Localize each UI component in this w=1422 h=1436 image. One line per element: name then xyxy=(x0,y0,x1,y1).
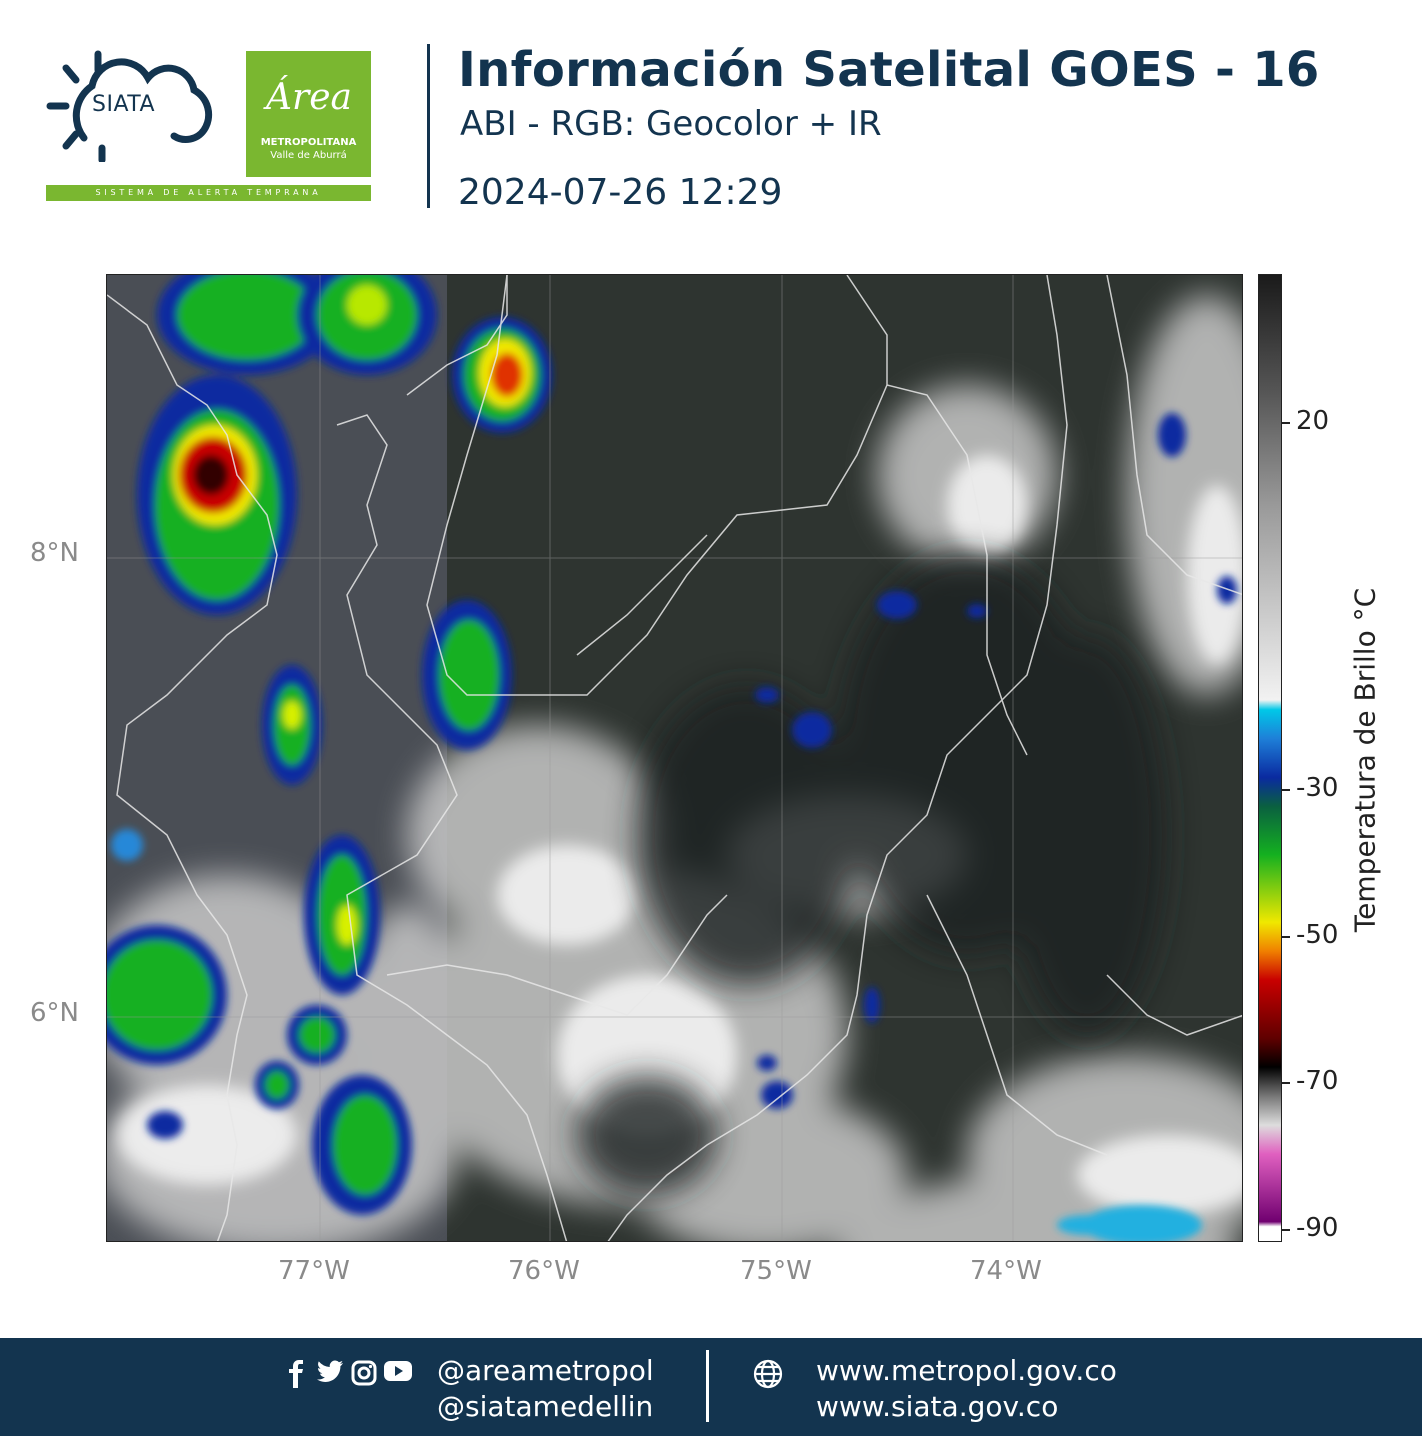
colorbar-tick xyxy=(1282,1229,1290,1231)
page-title: Información Satelital GOES - 16 xyxy=(458,42,1320,98)
globe-icon xyxy=(752,1358,784,1390)
area-metropolitana-logo: Área METROPOLITANA Valle de Aburrá xyxy=(246,51,371,177)
page-subtitle: ABI - RGB: Geocolor + IR xyxy=(460,104,882,144)
image-datetime: 2024-07-26 12:29 xyxy=(458,172,783,213)
colorbar-label-minus30: -30 xyxy=(1296,773,1339,803)
colorbar-label-minus70: -70 xyxy=(1296,1066,1339,1096)
social-icons xyxy=(282,1360,412,1388)
colorbar-tick xyxy=(1282,936,1290,938)
footer-handle-siatamedellin[interactable]: @siatamedellin xyxy=(437,1390,653,1423)
area-logo-script: Área xyxy=(266,77,352,118)
colorbar-tick xyxy=(1282,1082,1290,1084)
footer-url-metropol[interactable]: www.metropol.gov.co xyxy=(816,1354,1117,1387)
colorbar-label-minus50: -50 xyxy=(1296,920,1339,950)
footer: @areametropol @siatamedellin www.metropo… xyxy=(0,1338,1422,1436)
header-divider xyxy=(427,44,430,208)
lon-label-77w: 77°W xyxy=(278,1256,350,1286)
sat-strip: SISTEMA DE ALERTA TEMPRANA xyxy=(46,185,371,201)
satellite-image xyxy=(107,275,1242,1241)
colorbar xyxy=(1258,274,1282,1242)
lat-label-8n: 8°N xyxy=(30,538,79,568)
colorbar-title: Temperatura de Brillo °C xyxy=(1348,587,1382,933)
satellite-map[interactable] xyxy=(106,274,1243,1242)
colorbar-label-20: 20 xyxy=(1296,406,1330,436)
area-logo-line2: Valle de Aburrá xyxy=(270,150,347,161)
colorbar-label-minus90: -90 xyxy=(1296,1213,1339,1243)
lat-label-6n: 6°N xyxy=(30,998,79,1028)
lon-label-74w: 74°W xyxy=(970,1256,1042,1286)
twitter-icon[interactable] xyxy=(316,1360,344,1388)
lon-label-76w: 76°W xyxy=(508,1256,580,1286)
footer-handle-areametropol[interactable]: @areametropol xyxy=(437,1354,654,1387)
instagram-icon[interactable] xyxy=(350,1360,378,1388)
lon-label-75w: 75°W xyxy=(740,1256,812,1286)
footer-url-siata[interactable]: www.siata.gov.co xyxy=(816,1390,1058,1423)
colorbar-tick xyxy=(1282,789,1290,791)
area-logo-line1: METROPOLITANA xyxy=(260,137,357,148)
facebook-icon[interactable] xyxy=(282,1360,310,1388)
youtube-icon[interactable] xyxy=(384,1360,412,1388)
footer-divider xyxy=(706,1350,709,1422)
colorbar-tick xyxy=(1282,422,1290,424)
siata-logo-text: SIATA xyxy=(92,92,156,117)
